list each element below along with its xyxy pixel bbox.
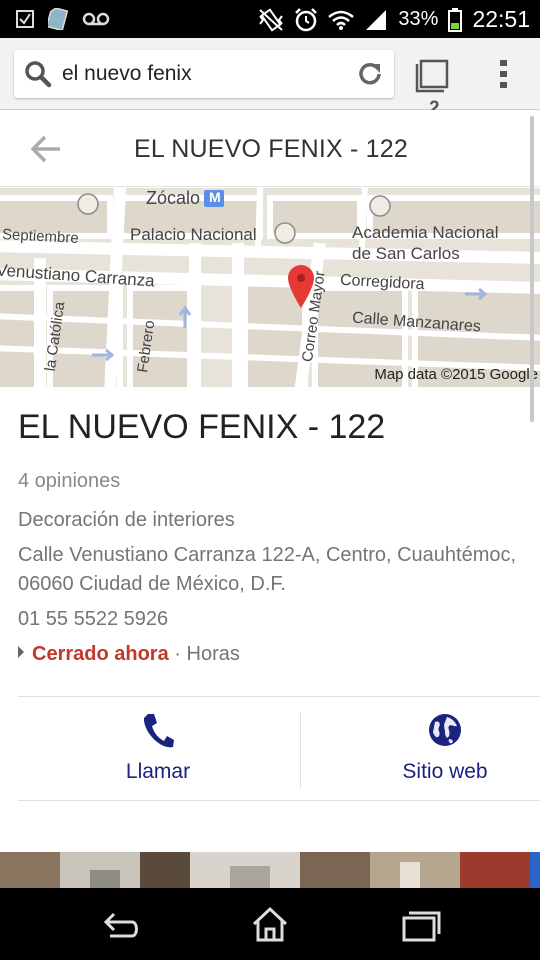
reviews-link[interactable]: 4 opiniones — [18, 470, 120, 493]
divider-top — [18, 696, 540, 697]
screen: 33% 22:51 el nuevo fenix 2 EL NUEVO FENI… — [0, 0, 540, 960]
hours-row[interactable]: Cerrado ahora · Horas — [18, 643, 240, 666]
back-arrow-icon[interactable] — [30, 134, 62, 164]
website-button[interactable]: Sitio web — [325, 710, 540, 790]
open-status: Cerrado ahora — [32, 643, 169, 665]
voicemail-icon — [82, 12, 110, 26]
omnibox-text[interactable]: el nuevo fenix — [62, 62, 192, 86]
map-credit: Map data ©2015 Google — [374, 366, 538, 383]
photo-strip[interactable] — [0, 852, 540, 888]
nav-recents-icon[interactable] — [390, 904, 450, 944]
website-label: Sitio web — [402, 760, 488, 783]
place-header: EL NUEVO FENIX - 122 — [0, 110, 540, 187]
call-label: Llamar — [125, 760, 191, 783]
signal-icon — [366, 9, 387, 30]
nav-back-icon[interactable] — [92, 904, 152, 944]
action-separator — [300, 712, 301, 788]
sim-icon — [48, 8, 68, 30]
map-streets — [0, 188, 540, 387]
expand-triangle-icon — [18, 646, 24, 658]
reload-icon[interactable] — [356, 60, 384, 88]
checkbox-icon — [16, 10, 34, 28]
map-label-academia-2: de San Carlos — [352, 244, 460, 263]
page-content: EL NUEVO FENIX - 122 Zócalo M Palacio Na… — [0, 110, 540, 888]
vibrate-icon — [259, 7, 284, 32]
alarm-icon — [295, 7, 318, 31]
map-label-metro: M — [209, 189, 221, 205]
map[interactable]: Zócalo M Palacio Nacional Academia Nacio… — [0, 188, 540, 387]
map-label-palacio: Palacio Nacional — [130, 225, 257, 244]
omnibox[interactable]: el nuevo fenix — [14, 50, 394, 98]
map-label-academia-1: Academia Nacional — [352, 223, 499, 242]
clock: 22:51 — [472, 6, 530, 32]
address-line-2[interactable]: 06060 Ciudad de México, D.F. — [18, 573, 286, 596]
phone-icon — [143, 714, 174, 748]
globe-icon — [429, 714, 461, 746]
scrollbar[interactable] — [530, 116, 534, 422]
phone-number[interactable]: 01 55 5522 5926 — [18, 608, 168, 631]
map-label-zocalo: Zócalo — [146, 188, 201, 208]
call-button[interactable]: Llamar — [38, 710, 278, 790]
browser-toolbar: el nuevo fenix 2 — [0, 38, 540, 119]
nav-home-icon[interactable] — [240, 904, 300, 944]
place-name: EL NUEVO FENIX - 122 — [18, 408, 386, 446]
status-bar: 33% 22:51 — [0, 0, 540, 38]
tabs-icon[interactable] — [414, 58, 450, 94]
address-line-1[interactable]: Calle Venustiano Carranza 122-A, Centro,… — [18, 544, 516, 567]
store-photo — [0, 852, 540, 888]
divider-bottom — [18, 800, 540, 801]
overflow-menu-icon[interactable] — [494, 56, 514, 92]
place-category: Decoración de interiores — [18, 509, 235, 531]
navigation-bar — [0, 888, 540, 960]
hours-separator: · — [168, 643, 187, 665]
search-icon — [25, 61, 52, 88]
battery-percent: 33% — [398, 8, 439, 30]
hours-label: Horas — [186, 643, 240, 665]
header-title: EL NUEVO FENIX - 122 — [134, 135, 408, 163]
battery-icon — [448, 7, 463, 32]
wifi-icon — [328, 10, 355, 30]
